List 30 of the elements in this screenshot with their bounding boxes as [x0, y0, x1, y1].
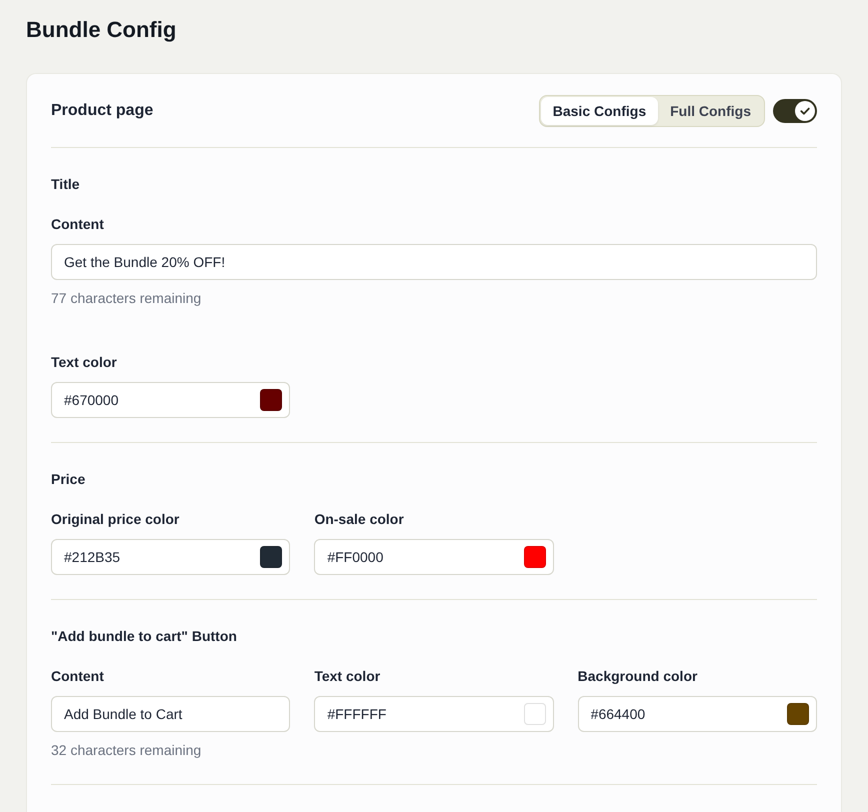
color-swatch-icon[interactable]	[260, 546, 282, 568]
color-swatch-icon[interactable]	[524, 703, 546, 725]
text-input[interactable]: Add Bundle to Cart	[51, 696, 290, 732]
field-label: Text color	[51, 353, 117, 372]
color-input[interactable]: #FFFFFF	[314, 696, 554, 732]
color-input[interactable]: #670000	[51, 382, 290, 418]
field-label: Text color	[314, 667, 380, 686]
section-title: "Add bundle to cart" Button	[51, 627, 237, 646]
field-label: Background color	[578, 667, 698, 686]
field-label: On-sale color	[314, 510, 404, 529]
color-input[interactable]: #FF0000	[314, 539, 554, 575]
field-label: Content	[51, 667, 104, 686]
text-input[interactable]: Get the Bundle 20% OFF!	[51, 244, 817, 280]
color-swatch-icon[interactable]	[786, 703, 809, 725]
config-mode-tab[interactable]: Full Configs	[658, 97, 763, 125]
field-label: Original price color	[51, 510, 180, 529]
color-input[interactable]: #212B35	[51, 539, 290, 575]
character-count: 77 characters remaining	[51, 289, 202, 308]
enable-switch[interactable]	[773, 99, 817, 123]
config-mode-tab[interactable]: Basic Configs	[540, 97, 658, 125]
color-swatch-icon[interactable]	[260, 389, 282, 411]
character-count: 32 characters remaining	[51, 741, 202, 760]
color-swatch-icon[interactable]	[524, 546, 546, 568]
card-title: Product page	[51, 101, 154, 121]
check-icon	[795, 101, 815, 121]
section-title: Price	[51, 470, 86, 489]
section-title: Title	[51, 175, 80, 194]
field-label: Content	[51, 215, 104, 234]
color-input[interactable]: #664400	[578, 696, 817, 732]
page-title: Bundle Config	[26, 16, 176, 44]
